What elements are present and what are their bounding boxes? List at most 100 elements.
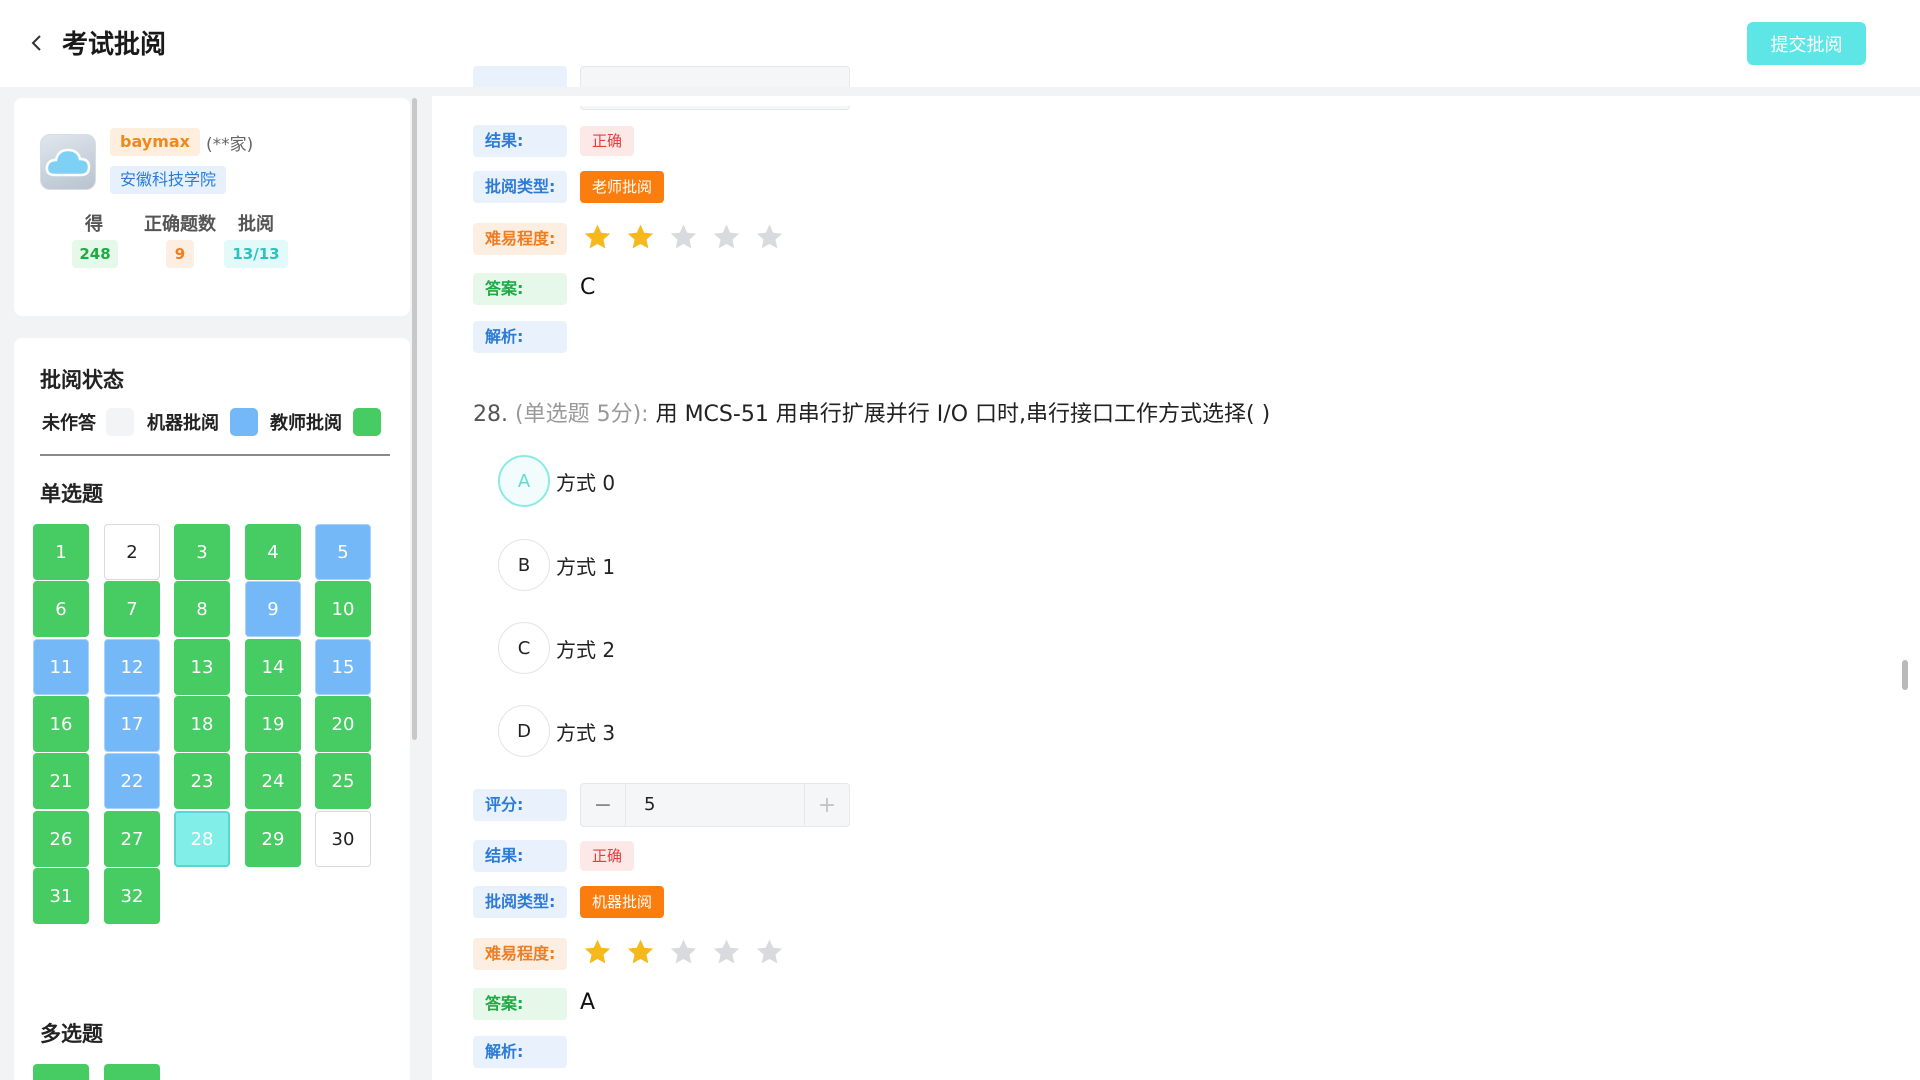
result-tag: 正确 [580,841,635,871]
avatar [40,134,96,190]
single-question-1[interactable]: 1 [33,524,89,580]
divider [40,454,390,456]
header-gap [432,87,1902,96]
single-question-31[interactable]: 31 [33,868,89,924]
single-question-18[interactable]: 18 [174,696,230,752]
single-choice-grid: 1 2 3 4 5 6 7 8 9 10 11 12 13 14 15 16 17 18 19 20 21 22 23 24 2… [33,524,373,954]
cloud-icon [45,148,91,177]
prev-difficulty-star-icon[interactable] [668,222,699,254]
single-question-10[interactable]: 10 [315,581,371,637]
prev-analysis-label: 解析: [473,321,567,353]
review-type-label: 批阅类型: [473,886,567,918]
score-stepper: − 5 + [580,783,850,827]
single-question-28[interactable]: 28 [174,811,230,867]
prev-review-type-tag: 老师批阅 [580,171,665,203]
single-question-24[interactable]: 24 [245,753,301,809]
content-top-edge [432,96,1902,106]
answer-label: 答案: [473,988,567,1020]
single-question-19[interactable]: 19 [245,696,301,752]
increment-button[interactable]: + [805,784,849,826]
single-question-3[interactable]: 3 [174,524,230,580]
prev-difficulty-stars[interactable] [582,222,785,254]
single-question-30[interactable]: 30 [315,811,371,867]
difficulty-label: 难易程度: [473,938,567,970]
difficulty-star-icon[interactable] [711,937,742,969]
option-a-text: 方式 0 [556,470,616,495]
difficulty-star-icon[interactable] [625,937,656,969]
correct-count-label: 正确题数 [144,214,216,235]
prev-answer-value: C [580,275,596,300]
single-question-12[interactable]: 12 [104,639,160,695]
single-question-29[interactable]: 29 [245,811,301,867]
legend-machine-label: 机器批阅 [147,413,219,434]
single-question-25[interactable]: 25 [315,753,371,809]
single-question-21[interactable]: 21 [33,753,89,809]
prev-difficulty-star-icon[interactable] [625,222,656,254]
difficulty-star-icon[interactable] [754,937,785,969]
difficulty-star-icon[interactable] [668,937,699,969]
single-question-8[interactable]: 8 [174,581,230,637]
single-question-22[interactable]: 22 [104,753,160,809]
result-label: 结果: [473,840,567,872]
question-nav-panel: 批阅状态 未作答 机器批阅 教师批阅 单选题 1 2 3 4 5 6 7 8 9 10 11 12 13… [14,338,410,1080]
option-c-text: 方式 2 [556,637,616,662]
difficulty-stars[interactable] [582,937,785,969]
multi-choice-section-title: 多选题 [40,1022,103,1046]
multi-question-2[interactable] [104,1064,160,1080]
single-question-6[interactable]: 6 [33,581,89,637]
multi-question-1[interactable] [33,1064,89,1080]
student-name-masked: (**家) [206,135,254,155]
single-question-32[interactable]: 32 [104,868,160,924]
submit-review-button[interactable]: 提交批阅 [1747,22,1866,65]
legend-unanswered-swatch [106,408,134,436]
option-b[interactable]: B 方式 1 [498,539,615,591]
decrement-button[interactable]: − [581,784,625,826]
legend-unanswered-label: 未作答 [42,413,96,434]
prev-answer-label: 答案: [473,273,567,305]
page-title: 考试批阅 [62,30,167,60]
right-scrollbar[interactable] [1902,660,1908,690]
prev-difficulty-star-icon[interactable] [582,222,613,254]
option-c[interactable]: C 方式 2 [498,622,615,674]
prev-result-label: 结果: [473,125,567,157]
single-question-16[interactable]: 16 [33,696,89,752]
single-question-5[interactable]: 5 [315,524,371,580]
left-scrollbar[interactable] [412,98,417,740]
answer-value: A [580,990,596,1015]
single-question-26[interactable]: 26 [33,811,89,867]
review-status-title: 批阅状态 [40,368,124,392]
option-a[interactable]: A 方式 0 [498,455,615,507]
prev-difficulty-label: 难易程度: [473,223,567,255]
difficulty-star-icon[interactable] [582,937,613,969]
score-label: 评分: [473,789,567,821]
prev-difficulty-star-icon[interactable] [711,222,742,254]
single-question-17[interactable]: 17 [104,696,160,752]
single-question-14[interactable]: 14 [245,639,301,695]
single-question-20[interactable]: 20 [315,696,371,752]
single-question-13[interactable]: 13 [174,639,230,695]
student-name-tag: baymax [110,128,200,156]
back-button[interactable] [26,30,48,56]
single-choice-section-title: 单选题 [40,482,103,506]
question-number: 28. [473,402,508,427]
top-bar: 考试批阅 提交批阅 [0,0,1920,87]
single-question-4[interactable]: 4 [245,524,301,580]
review-type-tag: 机器批阅 [580,886,665,918]
option-d[interactable]: D 方式 3 [498,705,615,757]
single-question-23[interactable]: 23 [174,753,230,809]
score-value: 248 [72,240,118,268]
single-question-7[interactable]: 7 [104,581,160,637]
analysis-label: 解析: [473,1036,567,1068]
single-question-11[interactable]: 11 [33,639,89,695]
header-gap-left [0,87,432,96]
single-question-2[interactable]: 2 [104,524,160,580]
single-question-15[interactable]: 15 [315,639,371,695]
score-input[interactable]: 5 [625,784,805,826]
option-c-letter: C [498,622,550,674]
prev-difficulty-star-icon[interactable] [754,222,785,254]
single-question-27[interactable]: 27 [104,811,160,867]
single-question-9[interactable]: 9 [245,581,301,637]
school-tag: 安徽科技学院 [110,166,227,194]
option-b-text: 方式 1 [556,554,616,579]
option-d-letter: D [498,705,550,757]
